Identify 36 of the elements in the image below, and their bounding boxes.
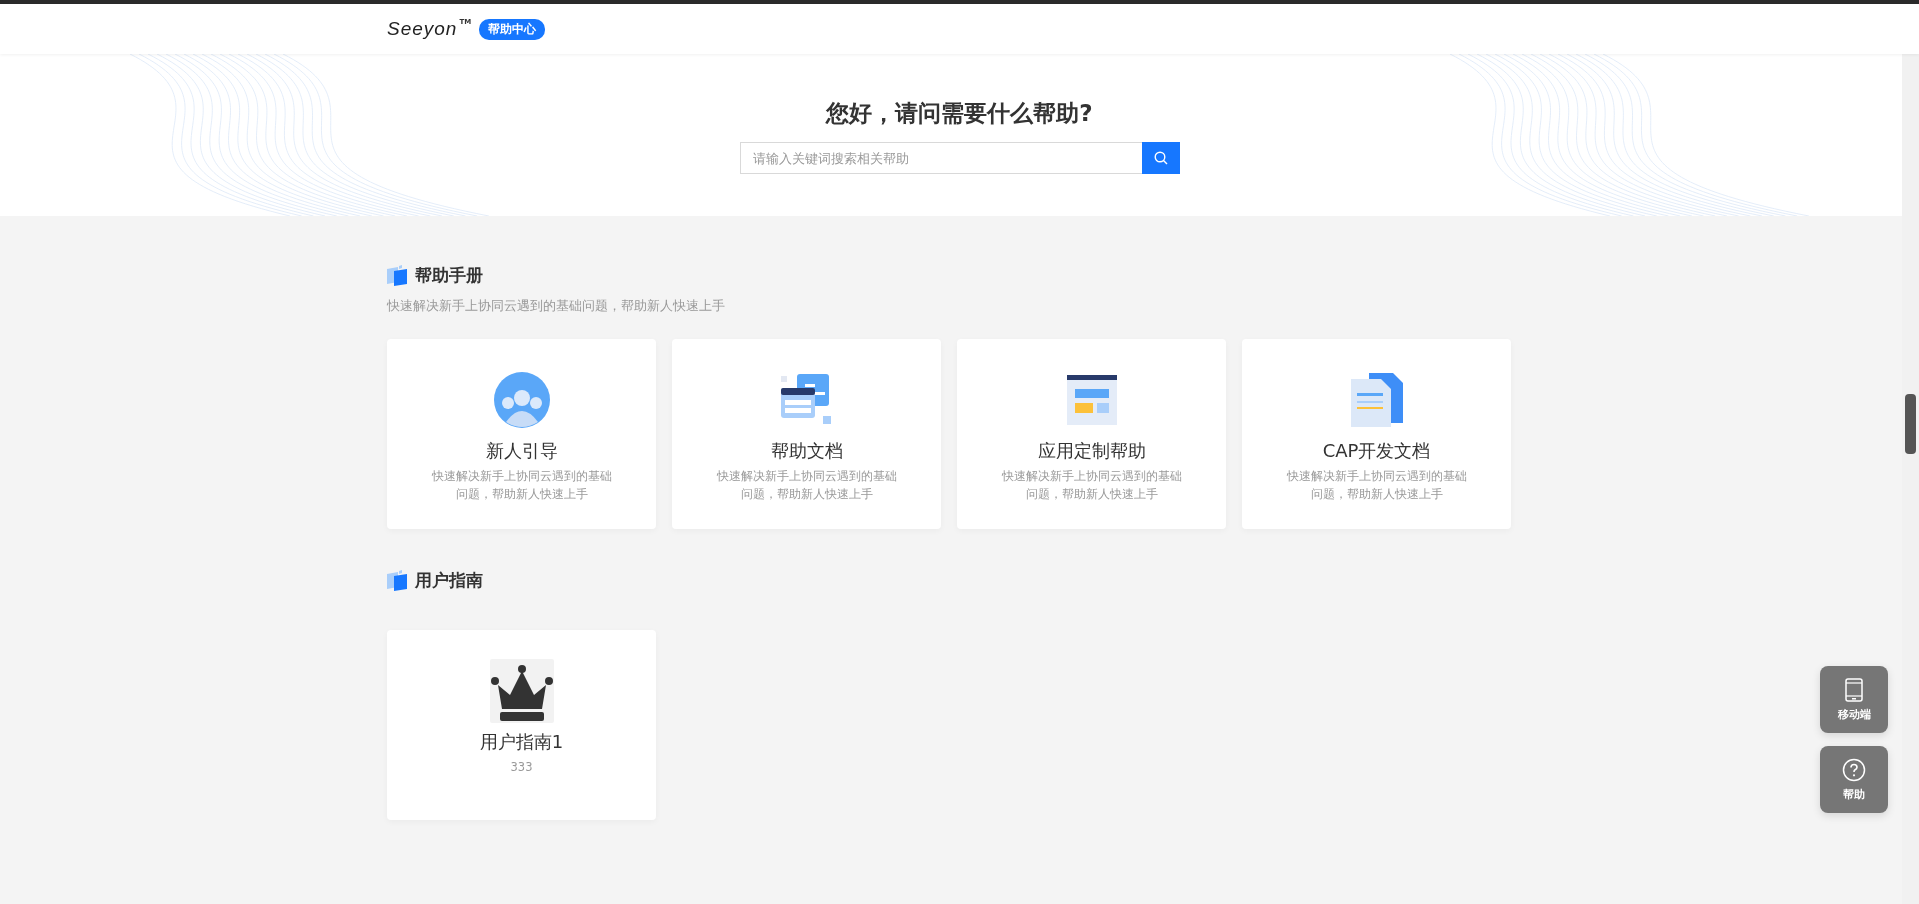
card-title: 帮助文档 [770, 439, 843, 463]
help-icon [1842, 757, 1866, 782]
tablet-icon [1845, 677, 1863, 702]
float-button[interactable]: 移动端 [1820, 666, 1888, 733]
card-description: 快速解决新手上协同云遇到的基础问题，帮助新人快速上手 [430, 468, 613, 503]
help-card[interactable]: 新人引导 快速解决新手上协同云遇到的基础问题，帮助新人快速上手 [387, 339, 656, 529]
help-card[interactable]: 帮助文档 快速解决新手上协同云遇到的基础问题，帮助新人快速上手 [672, 339, 941, 529]
people-icon [493, 372, 550, 428]
logo[interactable]: Seeyon [387, 18, 458, 40]
help-card[interactable]: CAP开发文档 快速解决新手上协同云遇到的基础问题，帮助新人快速上手 [1242, 339, 1511, 529]
window-icon [1066, 375, 1117, 425]
scrollbar-thumb[interactable] [1905, 394, 1916, 454]
card-title: 应用定制帮助 [1037, 439, 1146, 463]
section-title: 帮助手册 [415, 264, 483, 287]
help-card[interactable]: 应用定制帮助 快速解决新手上协同云遇到的基础问题，帮助新人快速上手 [957, 339, 1226, 529]
card-description: 快速解决新手上协同云遇到的基础问题，帮助新人快速上手 [1285, 468, 1468, 503]
card-title: 用户指南1 [479, 730, 564, 754]
card-description: 快速解决新手上协同云遇到的基础问题，帮助新人快速上手 [715, 468, 898, 503]
card-description: 快速解决新手上协同云遇到的基础问题，帮助新人快速上手 [1000, 468, 1183, 503]
files-icon [1348, 373, 1405, 427]
section-icon [387, 570, 408, 591]
section-title: 用户指南 [415, 569, 483, 592]
float-button[interactable]: 帮助 [1820, 746, 1888, 813]
help-center-badge: 帮助中心 [479, 18, 546, 40]
hero-title: 您好，请问需要什么帮助? [826, 99, 1093, 128]
search-icon [1153, 151, 1168, 165]
search-field[interactable]: 请输入关键词搜索相关帮助 [739, 142, 1142, 174]
card-title: 新人引导 [485, 439, 558, 463]
section-subtitle: 快速解决新手上协同云遇到的基础问题，帮助新人快速上手 [387, 297, 726, 315]
document-icon [780, 374, 833, 426]
crown-icon [489, 659, 554, 723]
card-description: 333 [509, 759, 534, 776]
help-card[interactable]: 用户指南1 333 [387, 630, 656, 820]
section-icon [387, 265, 408, 286]
search-button[interactable] [1141, 142, 1180, 174]
card-title: CAP开发文档 [1322, 439, 1431, 463]
